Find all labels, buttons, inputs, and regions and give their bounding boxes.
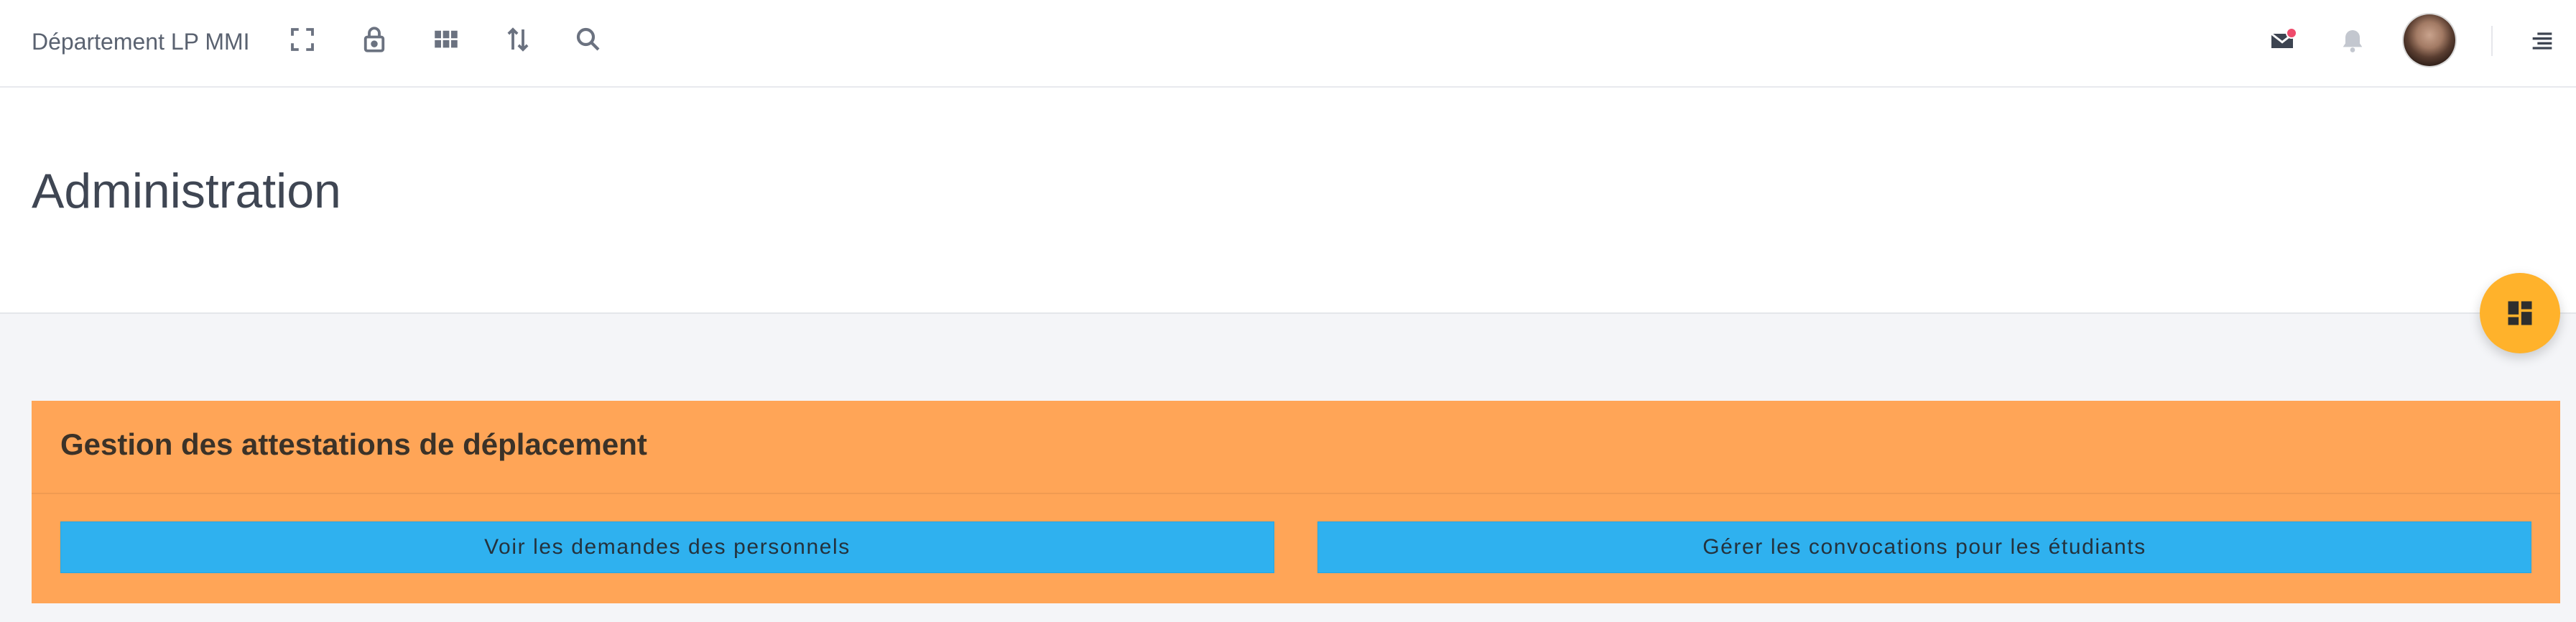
- notification-dot: [2286, 27, 2297, 39]
- card-title: Gestion des attestations de déplacement: [60, 427, 647, 461]
- lock-icon[interactable]: [356, 22, 392, 57]
- search-icon[interactable]: [570, 22, 606, 57]
- avatar[interactable]: [2404, 14, 2455, 66]
- top-navbar: Département LP MMI: [0, 0, 2576, 88]
- toolbar-divider: [2491, 26, 2493, 56]
- mail-icon[interactable]: [2266, 24, 2299, 57]
- dashboard-icon: [2508, 301, 2532, 325]
- brand-title[interactable]: Département LP MMI: [32, 27, 250, 56]
- bell-icon[interactable]: [2336, 24, 2369, 57]
- menu-lines-icon[interactable]: [2526, 24, 2559, 57]
- sort-arrows-icon[interactable]: [500, 22, 536, 57]
- page-title: Administration: [32, 164, 341, 218]
- attestations-card: Gestion des attestations de déplacement …: [32, 401, 2560, 603]
- view-staff-requests-button[interactable]: Voir les demandes des personnels: [60, 521, 1274, 573]
- dashboard-fab-button[interactable]: [2480, 273, 2560, 353]
- page-header: Administration: [0, 88, 2576, 314]
- manage-student-summons-button[interactable]: Gérer les convocations pour les étudiant…: [1317, 521, 2531, 573]
- card-divider: [32, 493, 2560, 494]
- apps-grid-icon[interactable]: [428, 22, 464, 57]
- fullscreen-icon[interactable]: [284, 22, 320, 57]
